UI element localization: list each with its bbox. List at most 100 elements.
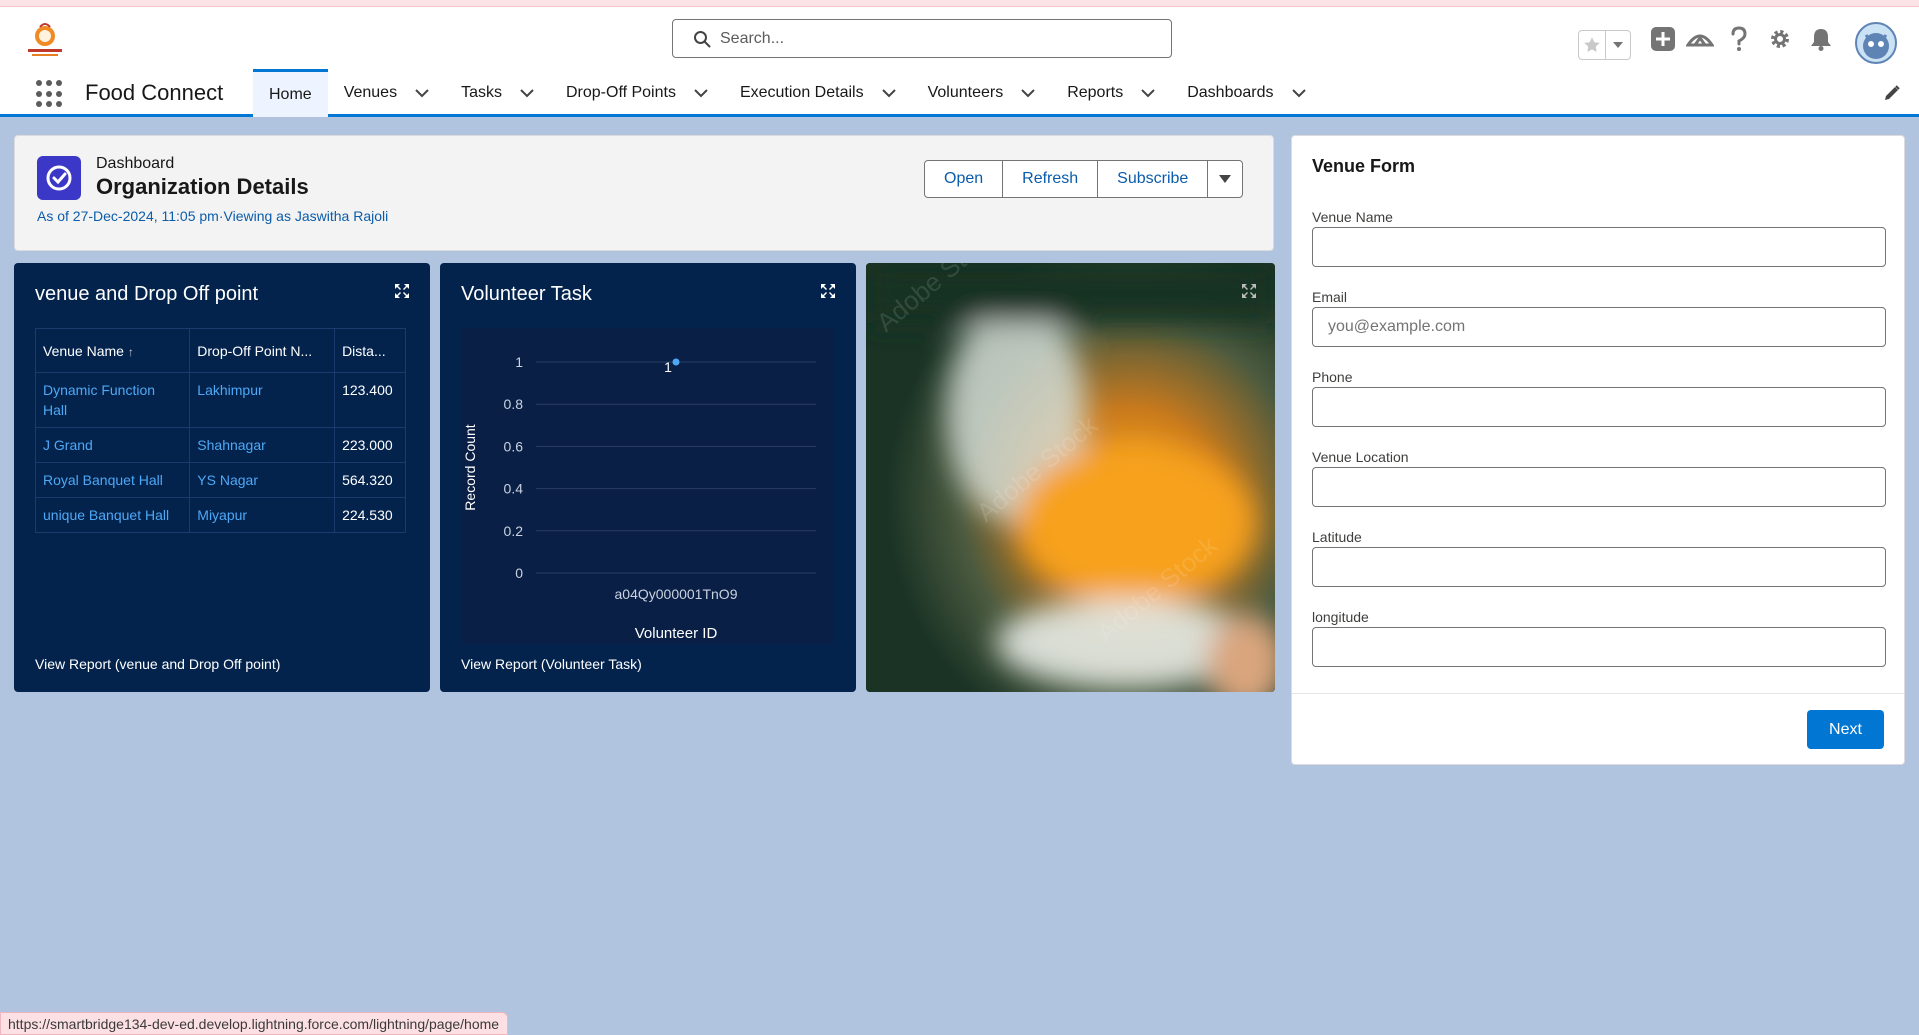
- drop-off-point-cell-link[interactable]: Miyapur: [197, 507, 247, 523]
- nav-item-reports[interactable]: Reports: [1051, 69, 1171, 117]
- star-icon: [1584, 37, 1600, 52]
- drop-off-point-cell-link[interactable]: YS Nagar: [197, 472, 258, 488]
- app-name: Food Connect: [85, 80, 224, 105]
- global-search[interactable]: [672, 19, 1172, 58]
- venue-name-input[interactable]: [1312, 227, 1886, 267]
- nav-item-drop-off-points[interactable]: Drop-Off Points: [550, 69, 724, 117]
- data-label: 1: [664, 359, 672, 375]
- more-actions-button[interactable]: [1207, 160, 1244, 198]
- longitude-input[interactable]: [1312, 627, 1886, 667]
- volunteer-task-chart: 0 0.2 0.4 0.6 0.8 1 a04Qy000001TnO9 1 Volunteer …: [461, 328, 834, 644]
- drop-off-point-cell: Lakhimpur: [189, 372, 336, 428]
- phone-label: Phone: [1312, 369, 1353, 385]
- data-point: [672, 358, 680, 366]
- nav-item-execution-details[interactable]: Execution Details: [724, 69, 912, 117]
- open-button[interactable]: Open: [924, 160, 1004, 198]
- drop-off-point-cell: Miyapur: [189, 497, 336, 533]
- chevron-down-icon[interactable]: [1291, 88, 1306, 98]
- expand-icon[interactable]: [394, 283, 410, 299]
- table-row: unique Banquet Hall Miyapur 224.530: [34, 497, 406, 533]
- nav-item-dashboards[interactable]: Dashboards: [1171, 69, 1321, 117]
- drop-off-point-cell-link[interactable]: Shahnagar: [197, 437, 266, 453]
- add-icon: [1651, 27, 1675, 51]
- expand-icon[interactable]: [1241, 283, 1257, 299]
- phone-input[interactable]: [1312, 387, 1886, 427]
- distance-cell: 223.000: [334, 427, 406, 463]
- venue-name-cell-link[interactable]: J Grand: [43, 437, 93, 453]
- nav-item-volunteers[interactable]: Volunteers: [912, 69, 1052, 117]
- chevron-down-icon[interactable]: [694, 88, 708, 98]
- distance-cell: 224.530: [334, 497, 406, 533]
- nav-item-tasks[interactable]: Tasks: [445, 69, 550, 117]
- food-connect-logo[interactable]: [24, 19, 66, 61]
- refresh-button[interactable]: Refresh: [1002, 160, 1099, 198]
- form-footer-divider: [1292, 693, 1904, 694]
- help-icon: [1731, 26, 1747, 51]
- nav-item-label: Execution Details: [739, 84, 864, 101]
- trailhead-button[interactable]: [1684, 19, 1716, 59]
- expand-icon[interactable]: [820, 283, 836, 299]
- favorites-star-button[interactable]: [1579, 31, 1607, 59]
- column-header-venue-name[interactable]: Venue Name ↑: [34, 328, 191, 373]
- search-input[interactable]: [720, 26, 1150, 52]
- chevron-down-icon[interactable]: [1141, 88, 1155, 98]
- view-report-link[interactable]: View Report (Volunteer Task): [461, 656, 642, 672]
- notifications-button[interactable]: [1806, 19, 1836, 59]
- bell-icon: [1811, 29, 1831, 51]
- column-header-drop-off-point[interactable]: Drop-Off Point N...: [189, 328, 336, 373]
- nav-items: Home Venues Tasks Drop-Off Points Execution …: [253, 69, 1322, 117]
- venue-name-cell-link[interactable]: unique Banquet Hall: [43, 507, 169, 523]
- app-launcher-icon[interactable]: [36, 80, 64, 108]
- subscribe-button[interactable]: Subscribe: [1097, 160, 1209, 198]
- y-tick-label: 0.8: [504, 396, 524, 412]
- next-button[interactable]: Next: [1807, 710, 1884, 749]
- table-row: Dynamic Function Hall Lakhimpur 123.400: [34, 372, 406, 428]
- y-tick-label: 0.4: [504, 481, 524, 497]
- distance-cell: 123.400: [334, 372, 406, 428]
- nav-item-label: Tasks: [461, 84, 502, 101]
- avatar-icon: [1863, 33, 1889, 59]
- chevron-down-icon: [1613, 42, 1624, 48]
- chevron-down-icon[interactable]: [1021, 88, 1035, 98]
- chevron-down-icon[interactable]: [415, 88, 429, 98]
- drop-off-point-cell: Shahnagar: [189, 427, 336, 463]
- card-title: venue and Drop Off point: [35, 283, 259, 305]
- trailhead-icon: [1686, 34, 1714, 47]
- favorites-list-button[interactable]: [1606, 31, 1630, 59]
- table-row: Royal Banquet Hall YS Nagar 564.320: [34, 462, 406, 498]
- nav-item-label: Reports: [1067, 84, 1124, 101]
- venue-name-cell-link[interactable]: Royal Banquet Hall: [43, 472, 163, 488]
- column-header-distance[interactable]: Dista...: [334, 328, 406, 373]
- global-actions-button[interactable]: [1648, 19, 1678, 59]
- nav-item-home[interactable]: Home: [253, 69, 328, 117]
- card-title: Volunteer Task: [461, 283, 592, 305]
- help-button[interactable]: [1726, 19, 1752, 59]
- venue-name-cell-link[interactable]: Dynamic Function Hall: [43, 382, 155, 418]
- chevron-down-icon[interactable]: [520, 88, 534, 98]
- email-input[interactable]: [1312, 307, 1886, 347]
- table-header-row: Venue Name ↑ Drop-Off Point N... Dista..…: [34, 328, 406, 373]
- longitude-label: longitude: [1312, 609, 1369, 625]
- nav-item-label: Dashboards: [1187, 84, 1274, 101]
- y-tick-label: 0.2: [504, 523, 524, 539]
- venue-form-card: Venue Form Venue Name Email Phone Venue Loc…: [1291, 135, 1905, 765]
- setup-button[interactable]: [1765, 19, 1795, 59]
- dashboard-actions: Open Refresh Subscribe: [924, 160, 1244, 198]
- dashboard-header: Dashboard Organization Details As of 27-…: [14, 135, 1274, 251]
- view-report-link[interactable]: View Report (venue and Drop Off point): [35, 656, 280, 672]
- volunteer-task-card: Volunteer Task 0 0.2 0.4 0.6 0.8 1 a04Qy000001…: [440, 263, 856, 692]
- status-bar-url: https://smartbridge134-dev-ed.develop.li…: [0, 1012, 509, 1035]
- chevron-down-icon[interactable]: [881, 88, 896, 98]
- nav-item-venues[interactable]: Venues: [328, 69, 445, 117]
- nav-item-label: Drop-Off Points: [565, 84, 676, 101]
- edit-nav-pencil-icon[interactable]: [1883, 84, 1901, 102]
- venue-location-input[interactable]: [1312, 467, 1886, 507]
- chart-svg: 0 0.2 0.4 0.6 0.8 1 a04Qy000001TnO9 1 Volunteer …: [462, 354, 816, 642]
- nav-item-label: Home: [269, 85, 312, 103]
- email-label: Email: [1312, 289, 1348, 305]
- global-header: [0, 7, 1919, 69]
- user-avatar[interactable]: [1855, 22, 1897, 64]
- drop-off-point-cell-link[interactable]: Lakhimpur: [197, 382, 262, 398]
- table-row: J Grand Shahnagar 223.000: [34, 427, 406, 463]
- latitude-input[interactable]: [1312, 547, 1886, 587]
